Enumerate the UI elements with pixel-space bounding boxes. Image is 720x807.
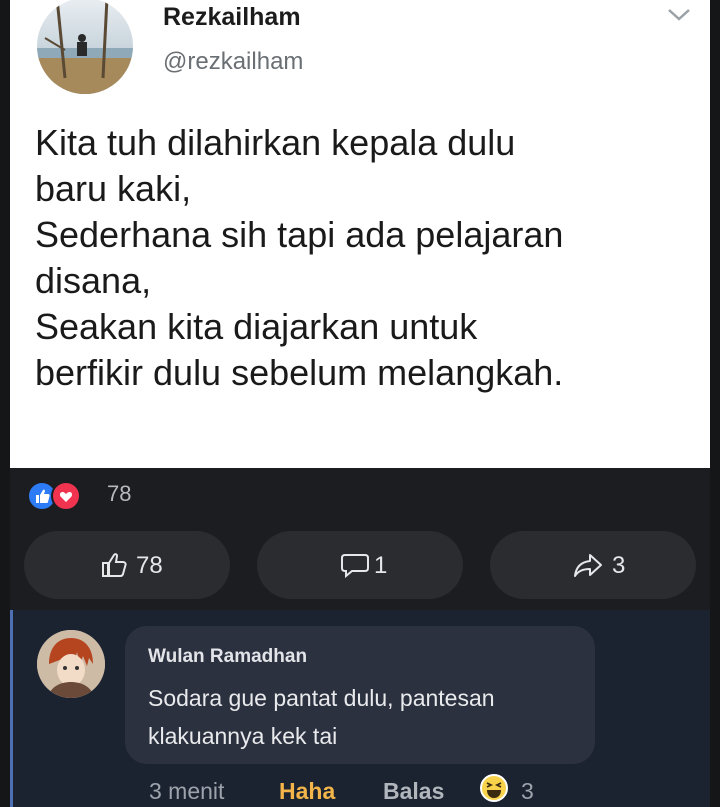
comment-timestamp: 3 menit bbox=[149, 778, 225, 804]
tweet-line: Sederhana sih tapi ada pelajaran bbox=[35, 214, 564, 255]
share-count: 3 bbox=[612, 552, 626, 579]
reply-button[interactable]: Balas bbox=[383, 778, 444, 805]
comment-bubble: Wulan Ramadhan Sodara gue pantat dulu, p… bbox=[125, 626, 595, 764]
comment-reaction-button[interactable]: Haha bbox=[279, 778, 335, 805]
comment-section: Wulan Ramadhan Sodara gue pantat dulu, p… bbox=[10, 610, 710, 807]
tweet-line: disana, bbox=[35, 260, 152, 301]
chevron-down-icon[interactable] bbox=[666, 6, 692, 24]
commenter-name[interactable]: Wulan Ramadhan bbox=[148, 646, 307, 668]
post-footer: 78 78 1 3 Wulan Ramadhan Sodara gue pant… bbox=[10, 468, 710, 807]
comment-text: Sodara gue pantat dulu, pantesan klakuan… bbox=[148, 679, 495, 755]
share-icon bbox=[574, 554, 602, 577]
comment-line: Sodara gue pantat dulu, pantesan bbox=[148, 685, 495, 711]
reaction-count: 78 bbox=[107, 481, 132, 506]
share-button[interactable]: 3 bbox=[490, 531, 696, 599]
thumbs-up-icon bbox=[102, 553, 127, 577]
commenter-avatar[interactable] bbox=[37, 630, 105, 698]
like-button[interactable]: 78 bbox=[24, 531, 230, 599]
comment-count: 1 bbox=[374, 552, 388, 579]
comment-reaction-count: 3 bbox=[521, 778, 534, 804]
tweet-line: Seakan kita diajarkan untuk bbox=[35, 306, 478, 347]
love-reaction-icon bbox=[51, 481, 81, 511]
tweet-avatar[interactable] bbox=[37, 0, 133, 94]
comment-icon bbox=[341, 554, 369, 579]
tweet-line: baru kaki, bbox=[35, 168, 192, 209]
tweet-author-handle[interactable]: @rezkailham bbox=[163, 48, 303, 76]
tweet-card: Rezkailham @rezkailham Kita tuh dilahirk… bbox=[10, 0, 710, 468]
comment-button[interactable]: 1 bbox=[257, 531, 463, 599]
haha-reaction-icon bbox=[480, 774, 508, 802]
comment-line: klakuannya kek tai bbox=[148, 723, 338, 749]
tweet-text: Kita tuh dilahirkan kepala dulu baru kak… bbox=[35, 120, 695, 396]
tweet-line: Kita tuh dilahirkan kepala dulu bbox=[35, 122, 516, 163]
tweet-author-name[interactable]: Rezkailham bbox=[163, 3, 301, 32]
like-count: 78 bbox=[136, 552, 163, 579]
tweet-line: berfikir dulu sebelum melangkah. bbox=[35, 352, 564, 393]
